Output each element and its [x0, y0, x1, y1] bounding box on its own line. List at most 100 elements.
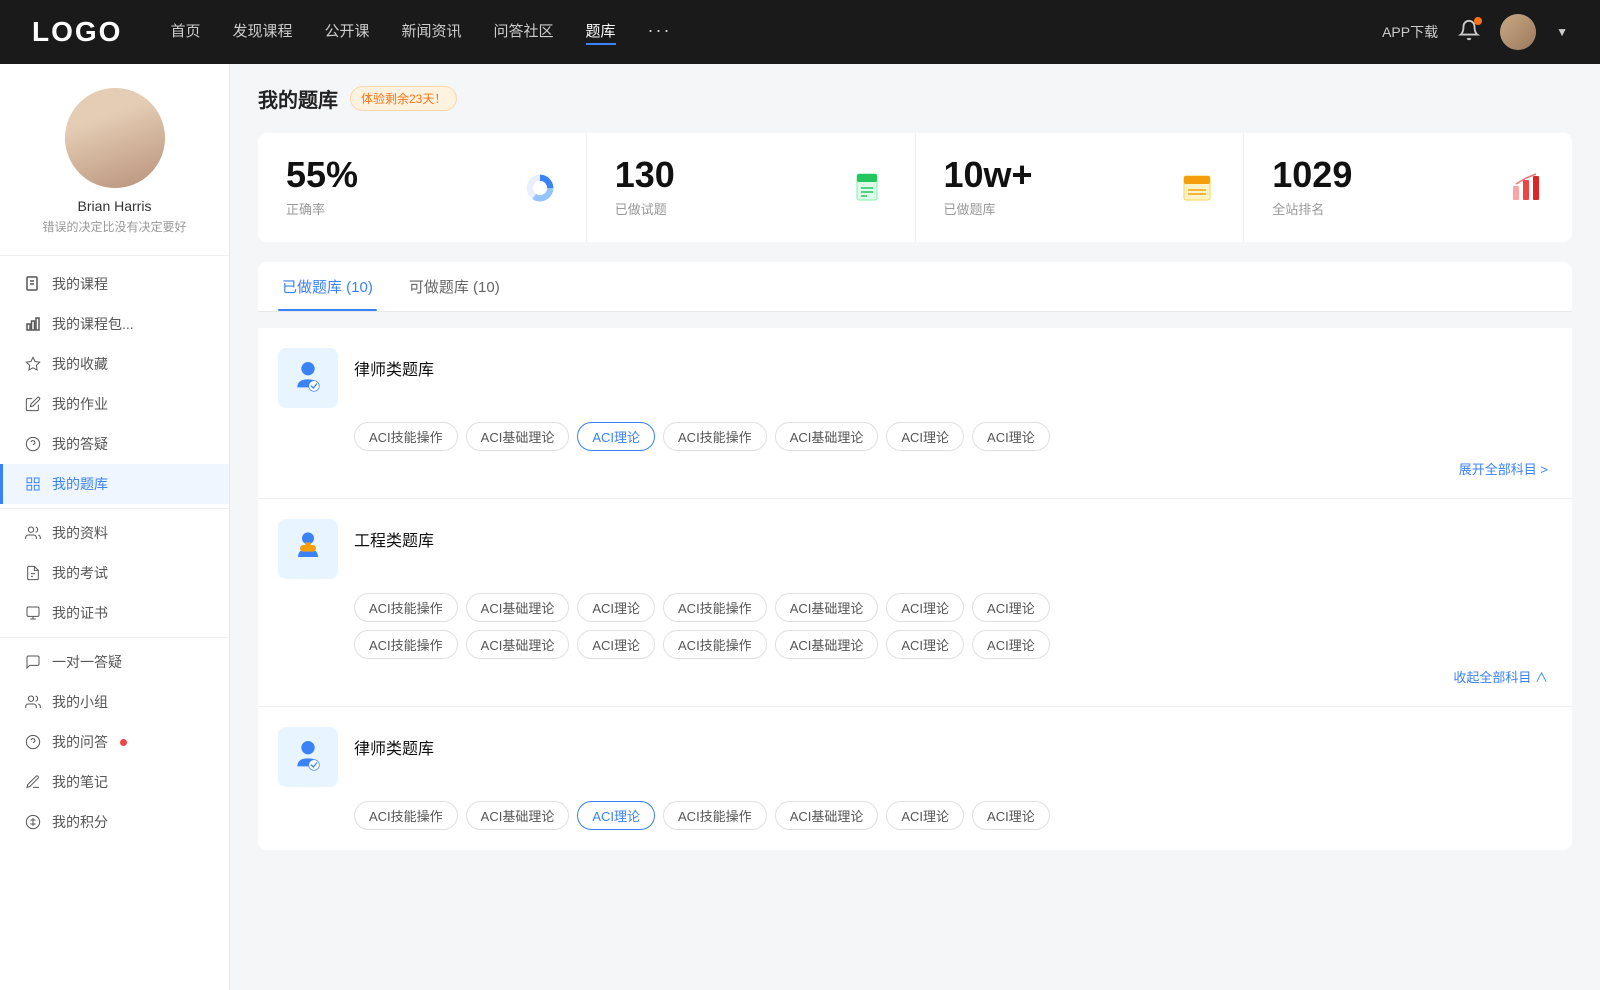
page-title-row: 我的题库 体验剩余23天！: [258, 84, 1572, 113]
coin-icon: [24, 813, 42, 831]
qbank-tag[interactable]: ACI基础理论: [775, 593, 879, 622]
sidebar-label-my-homework: 我的作业: [52, 394, 108, 414]
sidebar-item-my-points[interactable]: 我的积分: [0, 802, 229, 842]
qbank-tag[interactable]: ACI技能操作: [354, 801, 458, 830]
qbank-tag-active[interactable]: ACI理论: [577, 801, 655, 830]
notification-red-dot: [120, 739, 127, 746]
sidebar-item-my-favorites[interactable]: 我的收藏: [0, 344, 229, 384]
qbank-tag[interactable]: ACI理论: [972, 593, 1050, 622]
qbank-tag[interactable]: ACI基础理论: [775, 801, 879, 830]
avatar[interactable]: [1500, 14, 1536, 50]
user-group-icon: [24, 524, 42, 542]
logo: LOGO: [32, 16, 122, 48]
qbank-tag[interactable]: ACI基础理论: [466, 422, 570, 451]
app-download-button[interactable]: APP下载: [1382, 22, 1438, 42]
qbank-tag[interactable]: ACI理论: [886, 422, 964, 451]
sidebar-item-my-qbank[interactable]: 我的题库: [0, 464, 229, 504]
nav-discover[interactable]: 发现课程: [232, 20, 292, 45]
qbank-tag[interactable]: ACI技能操作: [663, 422, 767, 451]
qbank-expand-lawyer-1[interactable]: 展开全部科目 >: [278, 459, 1552, 478]
bar-chart-icon: [24, 315, 42, 333]
qbank-tag-active[interactable]: ACI理论: [577, 422, 655, 451]
tab-done[interactable]: 已做题库 (10): [278, 262, 377, 311]
sidebar-menu: 我的课程 我的课程包... 我的收藏: [0, 256, 229, 850]
notification-bell[interactable]: [1458, 19, 1480, 46]
qbank-tag[interactable]: ACI基础理论: [466, 801, 570, 830]
top-navigation: LOGO 首页 发现课程 公开课 新闻资讯 问答社区 题库 ··· APP下载 …: [0, 0, 1600, 64]
sidebar-item-my-group[interactable]: 我的小组: [0, 682, 229, 722]
qbank-tag[interactable]: ACI技能操作: [663, 593, 767, 622]
qbank-tag[interactable]: ACI技能操作: [354, 593, 458, 622]
sidebar-label-my-questions: 我的答疑: [52, 434, 108, 454]
qbank-tag[interactable]: ACI基础理论: [466, 630, 570, 659]
group-icon: [24, 693, 42, 711]
stat-accuracy: 55% 正确率: [258, 133, 587, 242]
tab-row: 已做题库 (10) 可做题库 (10): [258, 262, 1572, 312]
nav-qbank[interactable]: 题库: [586, 20, 616, 45]
badge-icon: [24, 604, 42, 622]
nav-right: APP下载 ▼: [1382, 14, 1568, 50]
sidebar-label-my-points: 我的积分: [52, 812, 108, 832]
qbank-tag[interactable]: ACI基础理论: [466, 593, 570, 622]
qbank-tag[interactable]: ACI理论: [886, 801, 964, 830]
stat-done-banks: 10w+ 已做题库: [916, 133, 1245, 242]
nav-home[interactable]: 首页: [170, 20, 200, 45]
nav-news[interactable]: 新闻资讯: [402, 20, 462, 45]
nav-open-courses[interactable]: 公开课: [324, 20, 369, 45]
qbank-tags-lawyer-2: ACI技能操作 ACI基础理论 ACI理论 ACI技能操作 ACI基础理论 AC…: [354, 801, 1552, 830]
qbank-tag[interactable]: ACI理论: [886, 630, 964, 659]
qbank-card-lawyer-2: 律师类题库 ACI技能操作 ACI基础理论 ACI理论 ACI技能操作 ACI基…: [258, 707, 1572, 850]
stat-done-banks-value: 10w+: [944, 157, 1033, 193]
sidebar-item-my-profile[interactable]: 我的资料: [0, 513, 229, 553]
qbank-engineer-icon: [278, 519, 338, 579]
qbank-tag[interactable]: ACI基础理论: [775, 630, 879, 659]
sidebar-item-my-answers[interactable]: 我的问答: [0, 722, 229, 762]
tab-todo[interactable]: 可做题库 (10): [405, 262, 504, 311]
qbank-tag[interactable]: ACI理论: [972, 630, 1050, 659]
qbank-tag[interactable]: ACI基础理论: [775, 422, 879, 451]
sidebar-label-my-exam: 我的考试: [52, 563, 108, 583]
pie-chart-icon: [522, 170, 558, 206]
qbank-tag[interactable]: ACI技能操作: [354, 422, 458, 451]
qbank-tag[interactable]: ACI技能操作: [663, 630, 767, 659]
stat-rank-value: 1029: [1272, 157, 1352, 193]
sidebar-item-my-cert[interactable]: 我的证书: [0, 593, 229, 633]
sidebar-item-my-courses[interactable]: 我的课程: [0, 264, 229, 304]
sidebar-item-my-packages[interactable]: 我的课程包...: [0, 304, 229, 344]
qbank-tag[interactable]: ACI理论: [886, 593, 964, 622]
note-icon: [24, 773, 42, 791]
qbank-tag[interactable]: ACI技能操作: [663, 801, 767, 830]
stat-done-questions: 130 已做试题: [587, 133, 916, 242]
document-icon: [24, 564, 42, 582]
sidebar-label-one-on-one: 一对一答疑: [52, 652, 122, 672]
main-layout: Brian Harris 错误的决定比没有决定要好 我的课程: [0, 64, 1600, 990]
doc-green-icon: [851, 170, 887, 206]
sidebar-label-my-qbank: 我的题库: [52, 474, 108, 494]
sidebar-item-my-questions[interactable]: 我的答疑: [0, 424, 229, 464]
qbank-tag[interactable]: ACI理论: [577, 593, 655, 622]
qbank-tag[interactable]: ACI理论: [972, 422, 1050, 451]
qbank-name-lawyer-2: 律师类题库: [354, 727, 434, 759]
qbank-tag[interactable]: ACI理论: [972, 801, 1050, 830]
qbank-tag[interactable]: ACI理论: [577, 630, 655, 659]
file-icon: [24, 275, 42, 293]
sidebar-divider-1: [0, 508, 229, 509]
sidebar-item-my-notes[interactable]: 我的笔记: [0, 762, 229, 802]
nav-more[interactable]: ···: [648, 20, 672, 45]
sidebar-item-my-exam[interactable]: 我的考试: [0, 553, 229, 593]
nav-qa[interactable]: 问答社区: [494, 20, 554, 45]
user-motto: 错误的决定比没有决定要好: [42, 218, 186, 235]
sidebar-item-my-homework[interactable]: 我的作业: [0, 384, 229, 424]
sidebar-item-one-on-one[interactable]: 一对一答疑: [0, 642, 229, 682]
avatar-dropdown-caret[interactable]: ▼: [1556, 25, 1568, 39]
qbank-lawyer-icon: [278, 348, 338, 408]
qbank-collapse-engineer[interactable]: 收起全部科目 ∧: [278, 667, 1552, 686]
question-icon: [24, 435, 42, 453]
qbank-lawyer-2-icon: [278, 727, 338, 787]
qbank-name-engineer: 工程类题库: [354, 519, 434, 551]
qbank-card-engineer: 工程类题库 ACI技能操作 ACI基础理论 ACI理论 ACI技能操作 ACI基…: [258, 499, 1572, 707]
avatar: [65, 88, 165, 188]
bar-red-icon: [1508, 170, 1544, 206]
qbank-tags-engineer-row1: ACI技能操作 ACI基础理论 ACI理论 ACI技能操作 ACI基础理论 AC…: [354, 593, 1552, 622]
qbank-tag[interactable]: ACI技能操作: [354, 630, 458, 659]
